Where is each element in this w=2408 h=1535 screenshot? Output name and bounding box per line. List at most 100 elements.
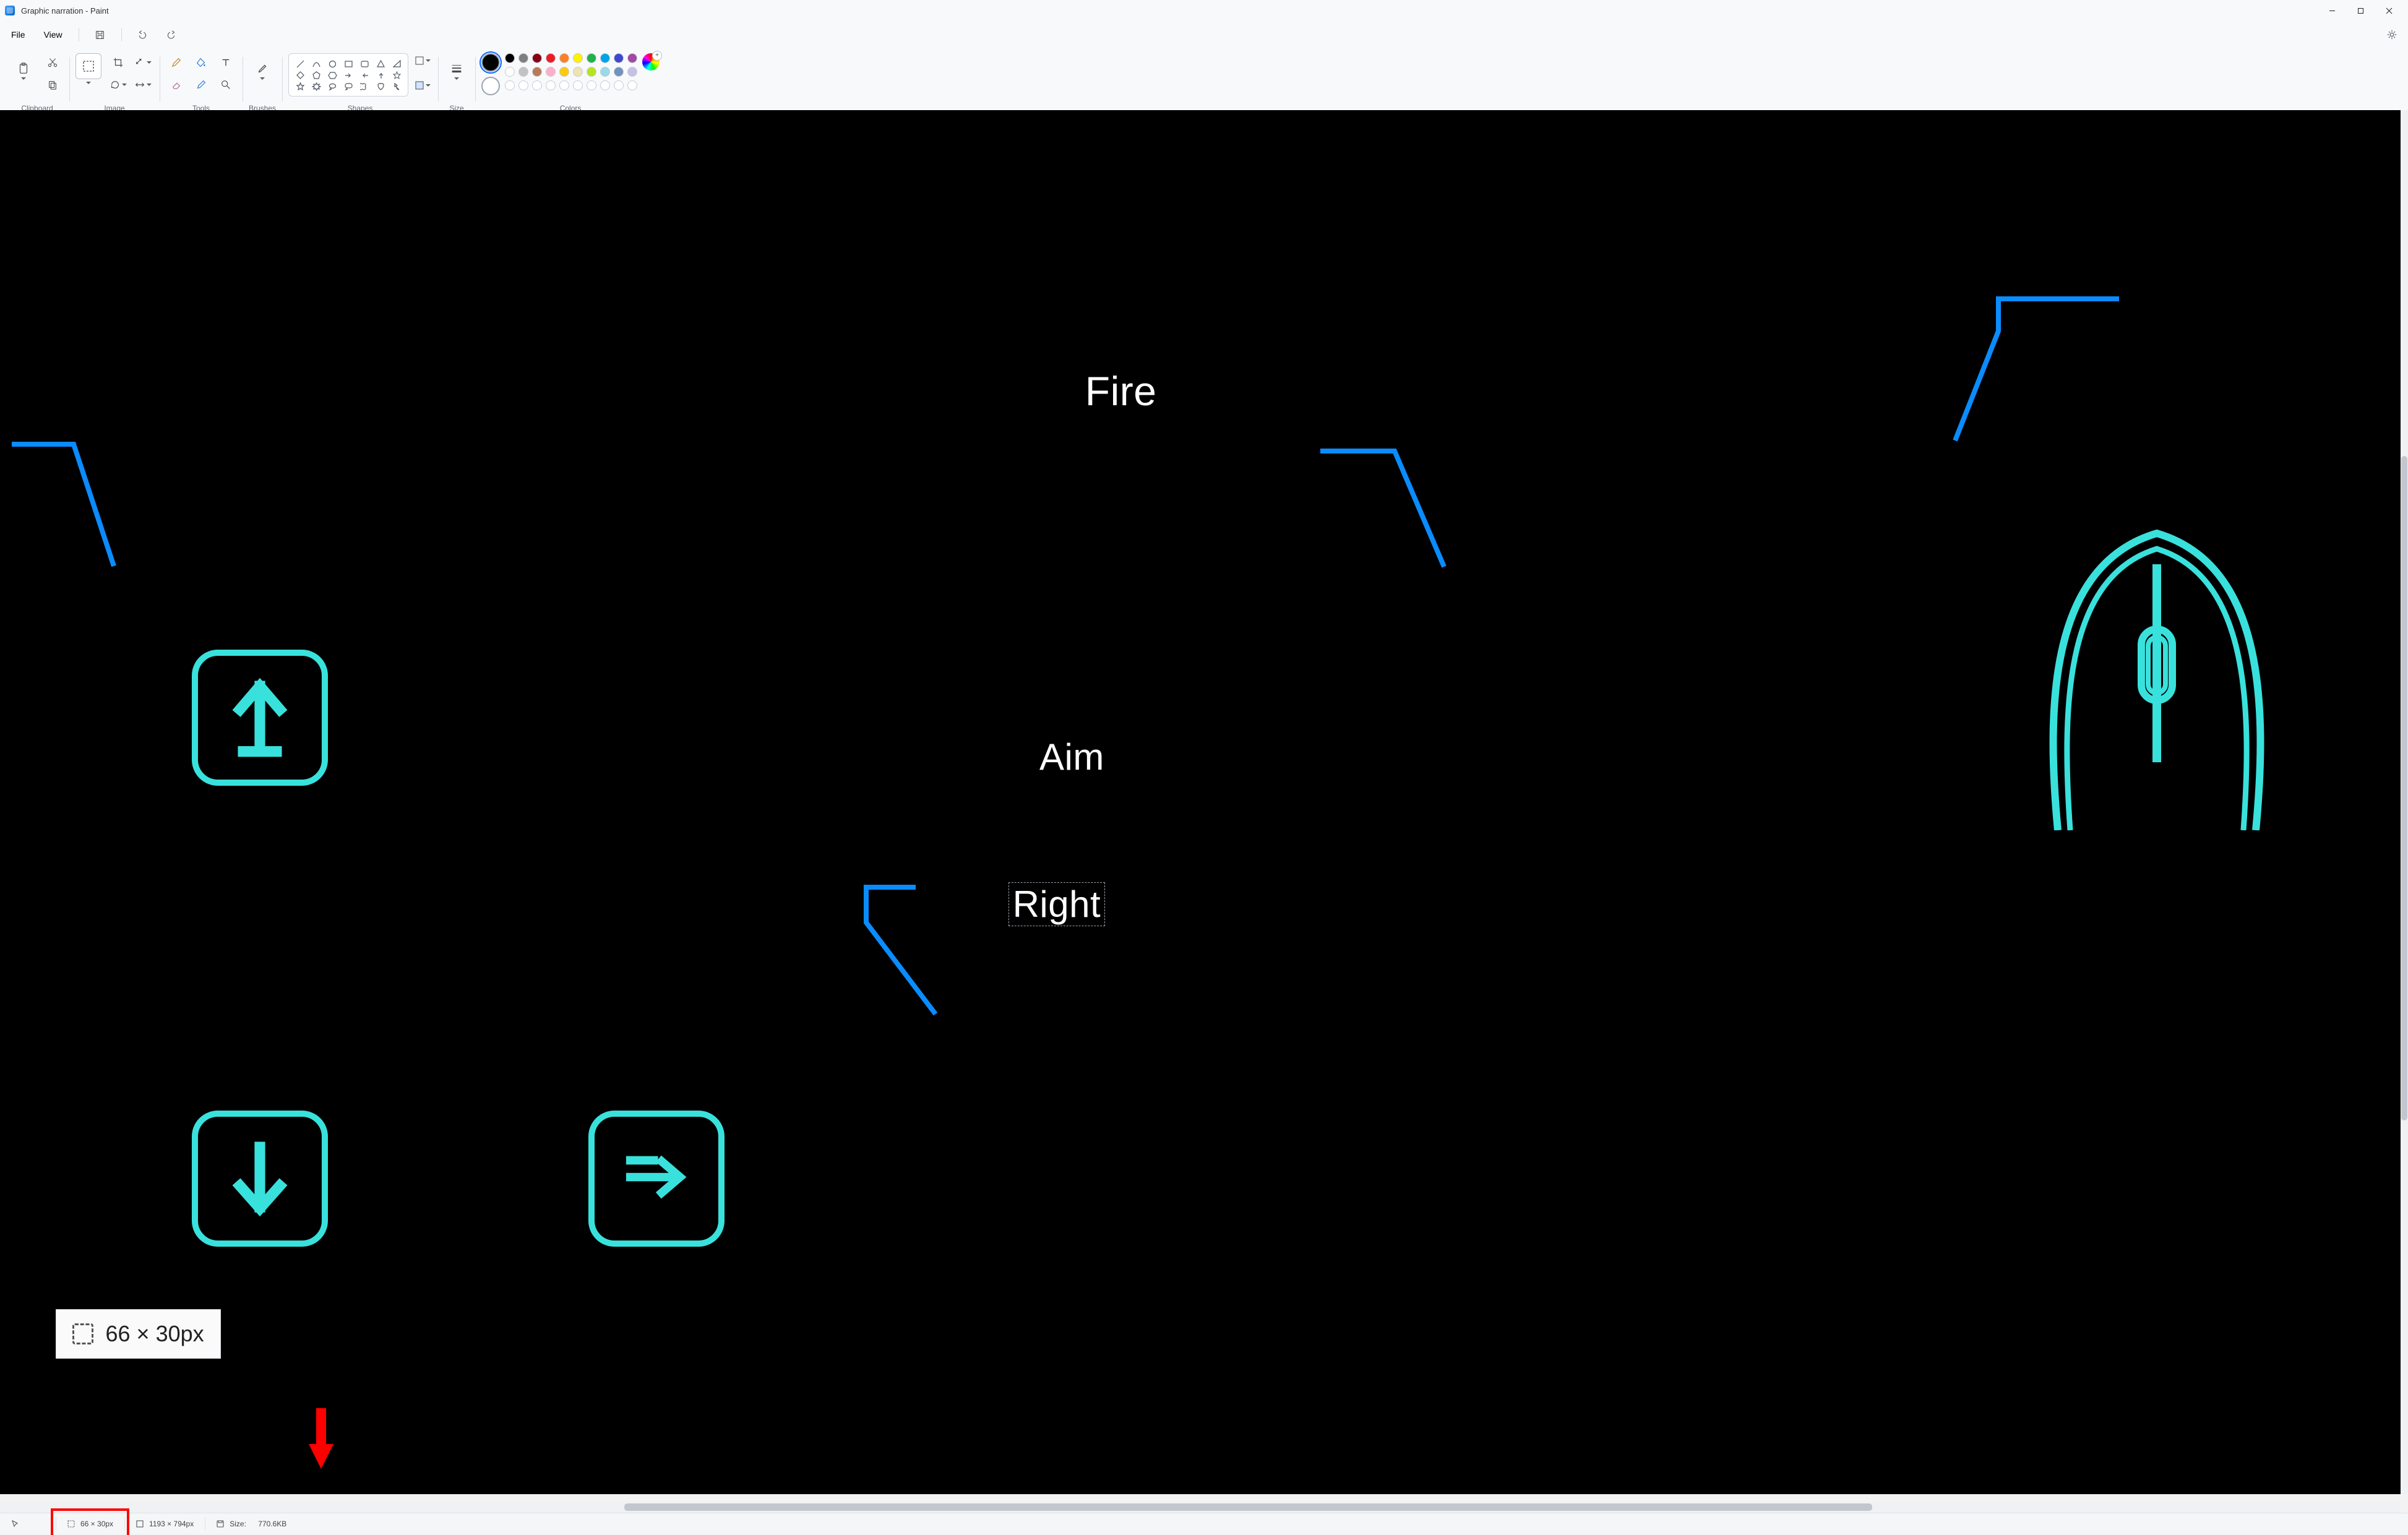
color-swatch[interactable] (546, 53, 556, 63)
crop-button[interactable] (108, 53, 129, 72)
shapes-gallery[interactable] (288, 53, 408, 97)
disk-icon (216, 1520, 225, 1528)
color-swatch[interactable] (518, 67, 528, 77)
group-clipboard: Clipboard (5, 53, 69, 113)
maximize-button[interactable] (2346, 0, 2375, 21)
undo-button[interactable] (133, 25, 153, 45)
status-cursor (0, 1513, 56, 1534)
color-swatch[interactable] (614, 53, 624, 63)
horizontal-scrollbar[interactable] (0, 1502, 2401, 1513)
pencil-tool[interactable] (166, 53, 187, 72)
paste-button[interactable] (11, 53, 36, 88)
color-swatch[interactable] (518, 53, 528, 63)
color-swatch-empty[interactable] (627, 80, 637, 90)
menu-bar: File View (0, 21, 2408, 48)
color-swatch[interactable] (532, 67, 542, 77)
color-swatch[interactable] (559, 67, 569, 77)
color-swatch[interactable] (559, 53, 569, 63)
color-swatch[interactable] (627, 67, 637, 77)
status-canvas-size: 1193 × 794px (124, 1513, 205, 1534)
edit-colors-button[interactable] (642, 53, 660, 71)
color-swatch[interactable] (505, 53, 515, 63)
group-shapes: Shapes (282, 53, 438, 113)
flip-button[interactable] (132, 75, 153, 94)
canvas-label-aim: Aim (1039, 736, 1104, 778)
canvas-key-right (588, 1111, 725, 1247)
color-swatch[interactable] (600, 67, 610, 77)
copy-button[interactable] (42, 75, 63, 94)
status-bar: 66 × 30px 1193 × 794px Size: 770.6KB (0, 1513, 2408, 1534)
menu-file[interactable]: File (6, 26, 30, 43)
color-swatch[interactable] (587, 53, 596, 63)
window-title: Graphic narration - Paint (21, 6, 109, 15)
group-tools: Tools (160, 53, 243, 113)
annotation-arrow-icon (307, 1408, 335, 1473)
rotate-button[interactable] (108, 75, 129, 94)
ribbon: Clipboard Image (0, 48, 2408, 116)
color-swatch[interactable] (587, 67, 596, 77)
color-swatch[interactable] (627, 53, 637, 63)
shape-fill-button[interactable] (413, 78, 432, 93)
color-swatch[interactable] (532, 53, 542, 63)
dimensions-icon (135, 1520, 144, 1528)
group-colors: Colors (475, 53, 666, 113)
text-tool[interactable] (215, 53, 236, 72)
color-swatch-empty[interactable] (559, 80, 569, 90)
vertical-scrollbar[interactable] (2401, 110, 2408, 1494)
color-swatch-empty[interactable] (532, 80, 542, 90)
canvas-label-fire: Fire (1085, 368, 1157, 415)
color-swatch-empty[interactable] (573, 80, 583, 90)
color2-swatch[interactable] (481, 77, 500, 95)
color-swatch-empty[interactable] (505, 80, 515, 90)
color-swatch[interactable] (573, 67, 583, 77)
close-button[interactable] (2375, 0, 2403, 21)
color-swatch[interactable] (600, 53, 610, 63)
cut-button[interactable] (42, 53, 63, 72)
window-controls (2318, 0, 2403, 21)
fill-tool[interactable] (191, 53, 212, 72)
color-swatch-empty[interactable] (546, 80, 556, 90)
color-swatch[interactable] (614, 67, 624, 77)
menu-view[interactable]: View (39, 26, 67, 43)
status-file-size: Size: 770.6KB (205, 1513, 298, 1534)
brushes-button[interactable] (250, 53, 275, 88)
callout-line (12, 442, 348, 927)
annotation-tooltip-text: 66 × 30px (106, 1321, 204, 1347)
selection-icon (72, 1323, 93, 1344)
select-tool[interactable] (75, 53, 101, 79)
minimize-button[interactable] (2318, 0, 2346, 21)
group-image: Image (69, 53, 160, 113)
color-swatch-empty[interactable] (587, 80, 596, 90)
divider (121, 28, 122, 41)
cursor-icon (11, 1520, 20, 1528)
resize-button[interactable] (132, 53, 153, 72)
canvas-area: Fire Aim Right (0, 110, 2408, 1513)
color-swatch[interactable] (505, 67, 515, 77)
color1-swatch[interactable] (481, 53, 500, 72)
redo-button[interactable] (161, 25, 181, 45)
color-swatch-empty[interactable] (600, 80, 610, 90)
settings-button[interactable] (2382, 25, 2402, 45)
selection-icon (67, 1520, 75, 1528)
canvas-key-down (192, 1111, 328, 1247)
group-size: Size (438, 53, 475, 113)
color-swatch-empty[interactable] (518, 80, 528, 90)
select-dropdown-icon[interactable] (86, 82, 91, 84)
title-bar: Graphic narration - Paint (0, 0, 2408, 21)
paint-app-icon (5, 6, 15, 15)
color-palette (505, 53, 637, 90)
shape-outline-button[interactable] (413, 53, 432, 68)
eraser-tool[interactable] (166, 75, 187, 94)
save-button[interactable] (90, 25, 110, 45)
callout-line (1992, 297, 2352, 781)
canvas[interactable]: Fire Aim Right (0, 110, 2401, 1494)
color-swatch[interactable] (573, 53, 583, 63)
color-swatch[interactable] (546, 67, 556, 77)
color-swatch-empty[interactable] (614, 80, 624, 90)
zoom-tool[interactable] (215, 75, 236, 94)
picker-tool[interactable] (191, 75, 212, 94)
group-brushes: Brushes (243, 53, 282, 113)
annotation-tooltip: 66 × 30px (56, 1309, 221, 1359)
size-button[interactable] (444, 53, 469, 88)
callout-line (1320, 449, 1752, 906)
